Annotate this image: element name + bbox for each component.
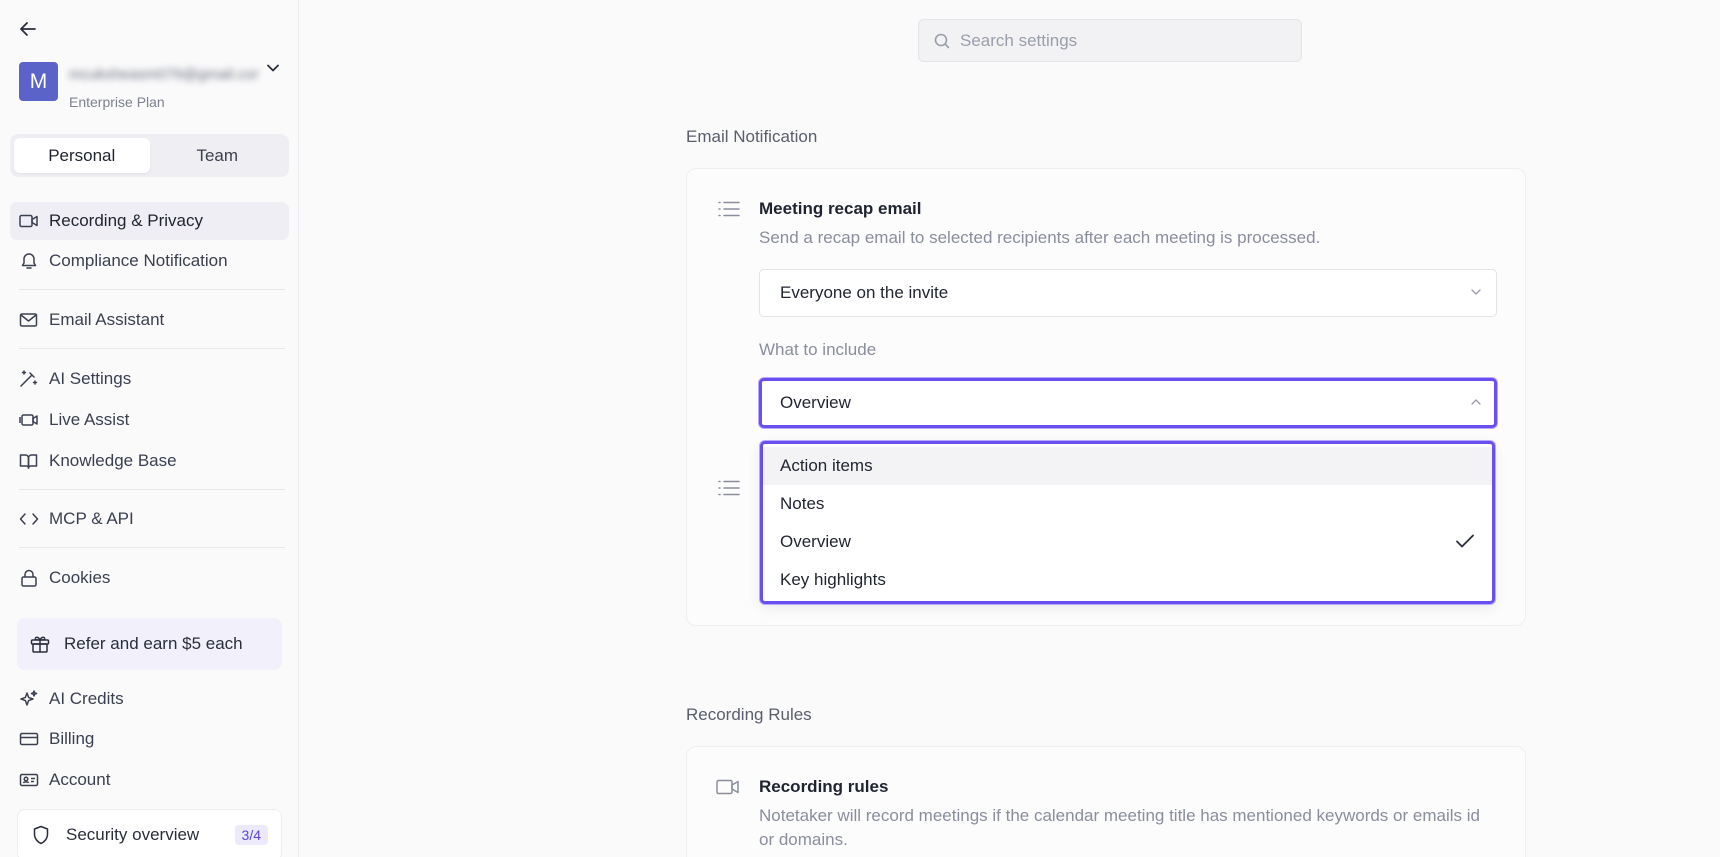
video-camera-icon [19, 214, 38, 228]
divider [19, 547, 285, 548]
sidebar-item-account[interactable]: Account [10, 761, 289, 799]
meeting-recap-description: Send a recap email to selected recipient… [759, 228, 1321, 247]
divider [19, 348, 285, 349]
sidebar-item-ai-settings[interactable]: AI Settings [10, 360, 289, 398]
chevron-down-icon [267, 64, 279, 72]
security-progress-badge: 3/4 [234, 825, 268, 845]
sidebar-item-label: Account [49, 770, 111, 789]
code-icon [19, 513, 39, 525]
sidebar-item-label: Compliance Notification [49, 251, 228, 270]
search-bar [918, 19, 1302, 62]
lock-icon [21, 569, 37, 587]
option-key-highlights[interactable]: Key highlights [763, 561, 1492, 599]
meeting-recap-title: Meeting recap email [759, 199, 922, 218]
recipients-select[interactable]: Everyone on the invite [759, 269, 1497, 317]
sidebar-item-label: Recording & Privacy [49, 211, 204, 230]
book-open-icon [19, 454, 38, 469]
sidebar-item-email-assistant[interactable]: Email Assistant [10, 301, 289, 339]
sidebar-item-label: Billing [49, 729, 95, 748]
magic-wand-icon [20, 370, 38, 387]
account-switcher[interactable]: M mcuksheasm079@gmail.com Enterprise Pla… [19, 62, 285, 110]
chevron-up-icon [1471, 399, 1481, 405]
divider [19, 489, 285, 490]
sidebar-item-mcp-api[interactable]: MCP & API [10, 500, 289, 538]
account-plan: Enterprise Plan [69, 94, 165, 110]
what-to-include-label: What to include [759, 340, 877, 359]
mail-icon [19, 313, 38, 327]
live-camera-icon [19, 414, 38, 426]
checkmark-icon [1456, 534, 1474, 548]
credit-card-icon [19, 732, 39, 746]
sidebar-item-knowledge-base[interactable]: Knowledge Base [10, 442, 289, 480]
sidebar-item-label: Cookies [49, 568, 111, 587]
section-title-recording-rules: Recording Rules [686, 705, 812, 724]
sidebar-item-billing[interactable]: Billing [10, 720, 289, 758]
search-input[interactable] [960, 30, 1280, 51]
sidebar-item-label: AI Settings [49, 369, 132, 388]
option-label: Notes [780, 494, 825, 513]
sidebar-item-compliance[interactable]: Compliance Notification [10, 242, 289, 280]
option-label: Overview [780, 532, 851, 551]
sidebar-item-ai-credits[interactable]: AI Credits [10, 680, 289, 718]
refer-label: Refer and earn $5 each [64, 634, 243, 653]
arrow-left-icon [20, 22, 36, 36]
recording-rules-title: Recording rules [759, 777, 889, 796]
sidebar: M mcuksheasm079@gmail.com Enterprise Pla… [0, 0, 299, 857]
include-select-value: Overview [780, 393, 851, 412]
back-button[interactable] [17, 18, 39, 40]
option-notes[interactable]: Notes [763, 485, 1492, 523]
drag-handle-list-icon[interactable] [718, 201, 740, 217]
tab-team[interactable]: Team [150, 138, 286, 173]
sidebar-item-label: MCP & API [49, 509, 134, 528]
search-icon [934, 33, 950, 48]
video-camera-icon [716, 779, 739, 795]
account-email: mcuksheasm079@gmail.com [69, 66, 259, 82]
divider [19, 289, 285, 290]
shield-icon [33, 825, 49, 845]
sidebar-item-cookies[interactable]: Cookies [10, 559, 289, 597]
option-label: Key highlights [780, 570, 886, 589]
recording-rules-description: Notetaker will record meetings if the ca… [759, 806, 1480, 849]
section-title-email-notification: Email Notification [686, 127, 818, 146]
sidebar-item-recording-privacy[interactable]: Recording & Privacy [10, 202, 289, 240]
sidebar-item-label: Live Assist [49, 410, 130, 429]
chevron-down-icon [1471, 289, 1481, 295]
include-select[interactable]: Overview [759, 378, 1497, 428]
tab-personal[interactable]: Personal [14, 138, 150, 173]
sidebar-item-live-assist[interactable]: Live Assist [10, 401, 289, 439]
sidebar-item-label: Knowledge Base [49, 451, 177, 470]
security-label: Security overview [66, 825, 200, 844]
bell-icon [21, 253, 37, 269]
include-options-dropdown: Action items Notes Overview Key highligh… [760, 441, 1495, 604]
recipients-select-value: Everyone on the invite [780, 283, 949, 302]
id-card-icon [19, 773, 39, 787]
security-overview-button[interactable]: Security overview 3/4 [17, 809, 282, 857]
gift-icon [30, 636, 50, 653]
avatar: M [19, 62, 58, 101]
drag-handle-list-icon[interactable] [718, 480, 740, 496]
option-label: Action items [780, 456, 873, 475]
scope-toggle: Personal Team [10, 134, 289, 177]
option-action-items[interactable]: Action items [763, 447, 1492, 485]
sidebar-item-label: AI Credits [49, 689, 124, 708]
option-overview[interactable]: Overview [763, 523, 1492, 561]
sidebar-item-label: Email Assistant [49, 310, 165, 329]
refer-and-earn-button[interactable]: Refer and earn $5 each [17, 618, 282, 670]
sparkles-icon [20, 690, 38, 706]
